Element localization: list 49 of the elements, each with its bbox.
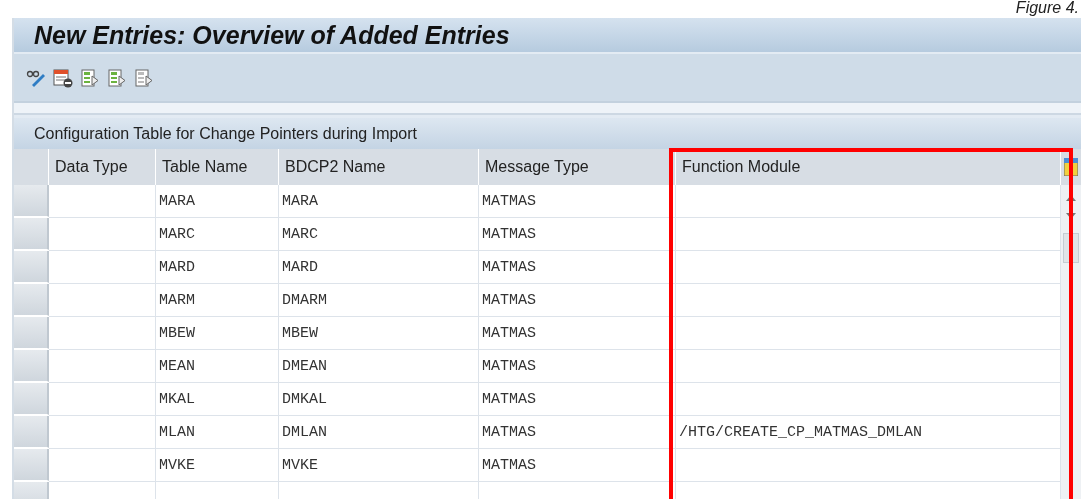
row-selector[interactable] <box>14 416 49 448</box>
table-cell: MARD <box>279 251 479 284</box>
table-cell: MARM <box>156 284 279 317</box>
table-cell: MLAN <box>156 416 279 449</box>
table-cell: MATMAS <box>479 185 676 218</box>
window-title: New Entries: Overview of Added Entries <box>34 20 510 50</box>
table-cell: MBEW <box>156 317 279 350</box>
table-cell: MARD <box>156 251 279 284</box>
row-selector[interactable] <box>14 284 49 316</box>
row-selector[interactable] <box>14 350 49 382</box>
table-cell: MARA <box>156 185 279 218</box>
document-arrow-icon[interactable] <box>80 67 100 88</box>
figure-caption: Figure 4. <box>1015 0 1079 18</box>
table-cell: MARC <box>279 218 479 251</box>
row-selector[interactable] <box>14 251 49 283</box>
column-header[interactable]: BDCP2 Name <box>279 149 479 185</box>
table-cell: MATMAS <box>479 383 676 416</box>
row-selector[interactable] <box>14 449 49 481</box>
table-cell: MKAL <box>156 383 279 416</box>
document-arrow-icon[interactable] <box>107 67 127 88</box>
column-header[interactable]: Message Type <box>479 149 676 185</box>
row-selector[interactable] <box>14 185 49 217</box>
table-cell: DMLAN <box>279 416 479 449</box>
row-selector[interactable] <box>14 383 49 415</box>
table-cell: MARA <box>279 185 479 218</box>
table-cell: MVKE <box>156 449 279 482</box>
row-selector[interactable] <box>14 218 49 250</box>
table-cell: MATMAS <box>479 218 676 251</box>
table-cell: DMKAL <box>279 383 479 416</box>
table-cell: DMARM <box>279 284 479 317</box>
document-arrow-icon[interactable] <box>134 67 154 88</box>
table-cell: MATMAS <box>479 317 676 350</box>
table-cell: MEAN <box>156 350 279 383</box>
table-minus-icon[interactable] <box>53 67 73 88</box>
table-cell: MARC <box>156 218 279 251</box>
table-title: Configuration Table for Change Pointers during Import <box>34 124 418 143</box>
table-cell: DMEAN <box>279 350 479 383</box>
table-cell: MATMAS <box>479 284 676 317</box>
table-cell: MBEW <box>279 317 479 350</box>
table-cell: MATMAS <box>479 416 676 449</box>
table-cell: MATMAS <box>479 449 676 482</box>
table-cell: /HTG/CREATE_CP_MATMAS_DMLAN <box>676 416 1061 449</box>
table-cell: MATMAS <box>479 350 676 383</box>
table-cell: MVKE <box>279 449 479 482</box>
column-header[interactable]: Data Type <box>49 149 156 185</box>
select-all-button[interactable] <box>14 149 49 185</box>
column-header[interactable]: Table Name <box>156 149 279 185</box>
table-cell: MATMAS <box>479 251 676 284</box>
row-selector[interactable] <box>14 317 49 349</box>
